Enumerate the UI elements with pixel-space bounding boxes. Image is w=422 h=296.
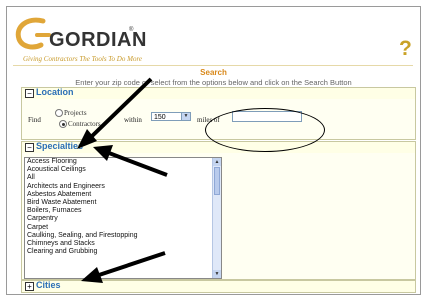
arrow-to-specialties	[93, 145, 168, 177]
arrow-to-cities	[81, 251, 166, 283]
arrow-to-contractors	[77, 77, 153, 149]
page-frame: GORDIAN ® Giving Contractors The Tools T…	[6, 6, 421, 295]
annotation-arrows	[77, 77, 168, 283]
